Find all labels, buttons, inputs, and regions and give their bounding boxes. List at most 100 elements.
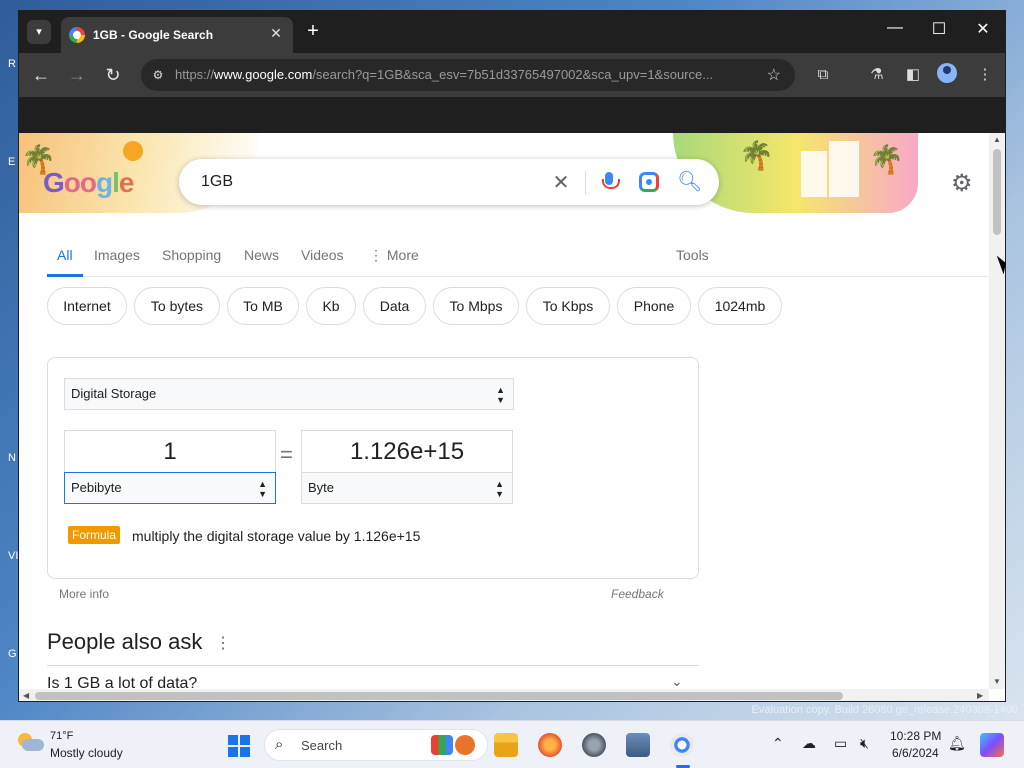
equals-sign: = [280,442,293,467]
side-panel-icon[interactable]: ◧ [901,63,925,87]
new-tab-button[interactable]: + [301,20,325,42]
google-doodle-logo[interactable]: Google [43,167,134,199]
logo-letter: l [112,167,120,198]
back-arrow-icon[interactable]: ← [29,63,53,87]
cloud-sync-icon[interactable]: ☁ [802,735,816,752]
tab-news[interactable]: News [244,247,279,263]
mic-icon[interactable] [599,171,620,193]
desktop-edge-letter: VI [8,550,19,562]
weather-cloudy-icon[interactable] [18,733,44,753]
tab-videos[interactable]: Videos [301,247,344,263]
horizontal-scroll-thumb[interactable] [35,692,843,700]
address-bar[interactable]: ⚙ https://www.google.com/search?q=1GB&sc… [141,59,795,91]
scroll-down-icon[interactable]: ▼ [993,677,1001,686]
tab-active[interactable]: 1GB - Google Search ✕ [61,17,293,53]
menu-kebab-icon[interactable]: ⋮ [973,63,997,87]
clock-date[interactable]: 6/6/2024 [892,746,939,760]
chip[interactable]: To bytes [134,287,220,325]
tools-button[interactable]: Tools [676,247,709,263]
maximize-button[interactable]: ☐ [925,19,953,39]
chip[interactable]: 1024mb [698,287,782,325]
gear-icon[interactable]: ⚙ [951,169,973,198]
scroll-left-icon[interactable]: ◀ [23,689,29,701]
display-icon[interactable]: ▭ [834,735,847,752]
reload-icon[interactable]: ↻ [101,63,125,87]
tab-shopping[interactable]: Shopping [162,247,221,263]
tab-all[interactable]: All [57,247,73,263]
firefox-icon[interactable] [538,733,562,757]
chevron-down-icon[interactable]: ⌄ [671,673,683,689]
labs-flask-icon[interactable]: ⚗ [865,63,889,87]
chevron-up-icon[interactable]: ⌃ [772,735,784,752]
tab-search-button[interactable]: ▾ [27,20,51,44]
chip[interactable]: To Mbps [433,287,519,325]
to-value-input[interactable]: 1.126e+15 [301,430,513,474]
more-info-link[interactable]: More info [59,587,109,601]
category-select[interactable]: Digital Storage ▲ ▼ [64,378,514,410]
taskbar-search-box[interactable]: ⌕ Search [264,729,488,761]
chip[interactable]: To MB [227,287,299,325]
desktop-edge-letter: N [8,452,16,464]
search-highlight-icon [431,735,453,755]
to-unit-select[interactable]: Byte ▲ ▼ [301,472,513,504]
close-window-button[interactable]: ✕ [969,19,997,39]
search-icon[interactable]: 🔍︎ [677,169,702,194]
formula-text: multiply the digital storage value by 1.… [132,528,421,544]
minimize-button[interactable]: — [881,19,909,37]
evaluation-watermark: Evaluation copy. Build 26080.ge_release.… [751,704,1018,716]
chrome-icon[interactable] [670,733,694,757]
scroll-up-icon[interactable]: ▲ [993,135,1001,144]
select-arrows-icon: ▲ ▼ [258,479,267,499]
chip[interactable]: To Kbps [526,287,610,325]
lens-icon[interactable] [639,172,659,192]
network-computer-icon[interactable] [626,733,650,757]
horizontal-scrollbar[interactable]: ◀ ▶ [19,689,989,701]
address-url[interactable]: https://www.google.com/search?q=1GB&sca_… [175,67,755,82]
logo-letter: G [43,167,65,198]
palm-tree-icon: 🌴 [739,140,774,171]
clock-time[interactable]: 10:28 PM [890,729,941,743]
to-unit-value: Byte [308,480,335,495]
copilot-icon[interactable] [980,733,1004,757]
chip[interactable]: Data [363,287,426,325]
chevron-down-icon: ▾ [36,26,42,38]
weather-description[interactable]: Mostly cloudy [50,746,123,760]
people-also-ask-heading: People also ask [47,629,203,654]
chip[interactable]: Phone [617,287,691,325]
from-value-input[interactable]: 1 [64,430,276,474]
scroll-right-icon[interactable]: ▶ [977,689,983,701]
file-explorer-icon[interactable] [494,733,518,757]
tab-strip: ▾ 1GB - Google Search ✕ + — ☐ ✕ [19,11,1005,53]
more-options-icon[interactable]: ⋮ [215,633,231,653]
volume-muted-icon[interactable]: 🔇︎ [860,735,869,752]
browser-toolbar: ← → ↻ ⚙ https://www.google.com/search?q=… [19,53,1005,97]
formula-badge: Formula [68,526,121,544]
building-icon [801,151,827,197]
chip[interactable]: Kb [306,287,356,325]
vertical-scrollbar[interactable]: ▲ ▼ [989,133,1005,689]
search-results-page: 🌴 🌴 🌴 Google 1GB ✕ 🔍︎ ⚙ All Images Shopp… [19,133,989,689]
extensions-icon[interactable]: ⧉ [811,63,835,87]
from-unit-select[interactable]: Pebibyte ▲ ▼ [64,472,276,504]
profile-icon[interactable] [937,63,957,83]
tab-images[interactable]: Images [94,247,140,263]
desktop-edge-letter: E [8,156,16,168]
settings-gear-icon[interactable] [582,733,606,757]
forward-arrow-icon[interactable]: → [65,63,89,87]
paa-question[interactable]: Is 1 GB a lot of data? [47,675,197,689]
tab-title: 1GB - Google Search [93,28,214,42]
feedback-link[interactable]: Feedback [611,587,664,601]
search-box[interactable]: 1GB ✕ 🔍︎ [179,159,719,205]
site-settings-icon[interactable]: ⚙ [149,66,167,84]
vertical-scroll-thumb[interactable] [993,149,1001,235]
search-input[interactable]: 1GB [201,173,233,191]
weather-temperature[interactable]: 71°F [50,730,73,742]
tab-close-icon[interactable]: ✕ [267,25,285,42]
bookmark-star-icon[interactable]: ☆ [767,65,781,85]
windows-start-icon[interactable] [228,735,250,757]
sun-icon [123,141,143,161]
chip[interactable]: Internet [47,287,127,325]
tab-more[interactable]: ⋮ More [369,247,419,264]
notification-bell-icon[interactable]: 🔔︎ [948,735,966,752]
clear-icon[interactable]: ✕ [549,170,573,195]
